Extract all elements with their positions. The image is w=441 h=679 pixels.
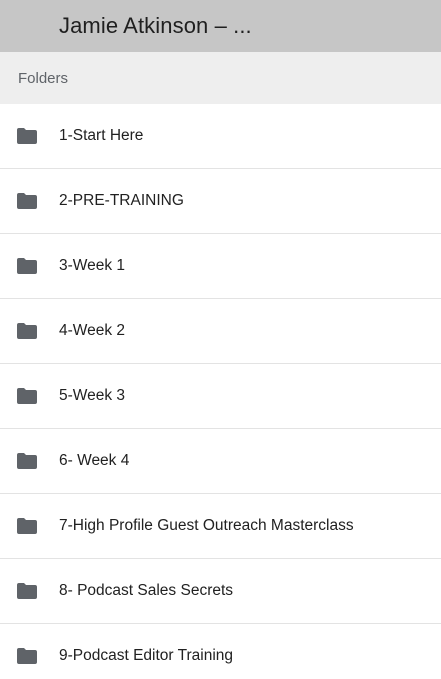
folder-label: 4-Week 2 bbox=[59, 322, 126, 339]
folder-item[interactable]: 6- Week 4 bbox=[0, 429, 441, 494]
folder-icon bbox=[17, 583, 37, 599]
app-window: Jamie Atkinson – ... Folders 1-Start Her… bbox=[0, 0, 441, 679]
top-app-bar: Jamie Atkinson – ... bbox=[0, 0, 441, 52]
folder-icon bbox=[17, 128, 37, 144]
section-header-folders: Folders bbox=[0, 52, 441, 104]
folder-icon bbox=[17, 648, 37, 664]
folder-icon bbox=[17, 453, 37, 469]
folder-item[interactable]: 2-PRE-TRAINING bbox=[0, 169, 441, 234]
folder-label: 8- Podcast Sales Secrets bbox=[59, 582, 234, 599]
folder-item[interactable]: 8- Podcast Sales Secrets bbox=[0, 559, 441, 624]
folder-icon bbox=[17, 518, 37, 534]
folder-label: 6- Week 4 bbox=[59, 452, 130, 469]
folder-icon bbox=[17, 258, 37, 274]
folder-item[interactable]: 3-Week 1 bbox=[0, 234, 441, 299]
folder-item[interactable]: 1-Start Here bbox=[0, 104, 441, 169]
folder-label: 1-Start Here bbox=[59, 127, 144, 144]
folder-label: 5-Week 3 bbox=[59, 387, 126, 404]
folder-label: 9-Podcast Editor Training bbox=[59, 647, 234, 664]
folder-item[interactable]: 9-Podcast Editor Training bbox=[0, 624, 441, 679]
folder-icon bbox=[17, 388, 37, 404]
folder-list: 1-Start Here 2-PRE-TRAINING 3-Week 1 4-W… bbox=[0, 104, 441, 679]
folder-label: 3-Week 1 bbox=[59, 257, 126, 274]
folder-item[interactable]: 5-Week 3 bbox=[0, 364, 441, 429]
folder-item[interactable]: 4-Week 2 bbox=[0, 299, 441, 364]
folder-icon bbox=[17, 193, 37, 209]
section-label: Folders bbox=[18, 69, 69, 87]
folder-item[interactable]: 7-High Profile Guest Outreach Masterclas… bbox=[0, 494, 441, 559]
folder-label: 2-PRE-TRAINING bbox=[59, 192, 184, 209]
page-title: Jamie Atkinson – ... bbox=[59, 13, 252, 38]
folder-label: 7-High Profile Guest Outreach Masterclas… bbox=[59, 517, 354, 534]
folder-icon bbox=[17, 323, 37, 339]
